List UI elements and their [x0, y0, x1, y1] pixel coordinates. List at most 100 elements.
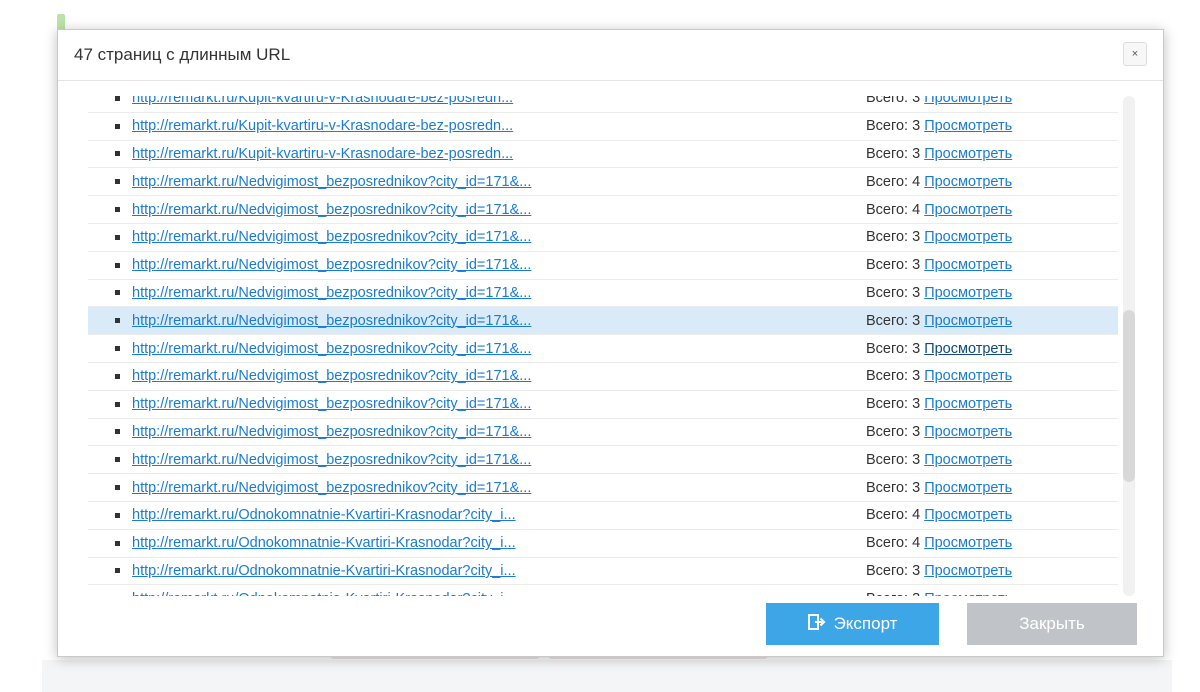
list-item: http://remarkt.ru/Odnokomnatnie-Kvartiri…	[88, 502, 1118, 530]
list-item: http://remarkt.ru/Nedvigimost_bezposredn…	[88, 391, 1118, 419]
url-link[interactable]: http://remarkt.ru/Nedvigimost_bezposredn…	[132, 424, 531, 440]
url-link[interactable]: http://remarkt.ru/Odnokomnatnie-Kvartiri…	[132, 535, 516, 551]
view-link[interactable]: Просмотреть	[924, 313, 1012, 329]
total-count: Всего: 3 Просмотреть	[866, 285, 1012, 301]
scrollbar-thumb[interactable]	[1123, 310, 1135, 482]
total-label: Всего: 3	[866, 591, 920, 596]
url-link[interactable]: http://remarkt.ru/Nedvigimost_bezposredn…	[132, 368, 531, 384]
view-link[interactable]: Просмотреть	[924, 563, 1012, 579]
url-link[interactable]: http://remarkt.ru/Nedvigimost_bezposredn…	[132, 285, 531, 301]
list-item: http://remarkt.ru/Nedvigimost_bezposredn…	[88, 196, 1118, 224]
url-link[interactable]: http://remarkt.ru/Nedvigimost_bezposredn…	[132, 341, 531, 357]
view-link[interactable]: Просмотреть	[924, 96, 1012, 106]
url-link[interactable]: http://remarkt.ru/Kupit-kvartiru-v-Krasn…	[132, 118, 513, 134]
list-item: http://remarkt.ru/Odnokomnatnie-Kvartiri…	[88, 558, 1118, 586]
list-item: http://remarkt.ru/Nedvigimost_bezposredn…	[88, 335, 1118, 363]
close-label: Закрыть	[1019, 614, 1085, 633]
bullet	[115, 151, 120, 157]
modal-header: 47 страниц с длинным URL ×	[58, 30, 1163, 81]
bullet	[115, 290, 120, 296]
list-item: http://remarkt.ru/Nedvigimost_bezposredn…	[88, 252, 1118, 280]
view-link[interactable]: Просмотреть	[924, 535, 1012, 551]
total-count: Всего: 4 Просмотреть	[866, 202, 1012, 218]
long-url-modal: 47 страниц с длинным URL × http://remark…	[57, 29, 1164, 657]
list-item: http://remarkt.ru/Nedvigimost_bezposredn…	[88, 224, 1118, 252]
list-item: http://remarkt.ru/Odnokomnatnie-Kvartiri…	[88, 530, 1118, 558]
total-label: Всего: 3	[866, 145, 921, 162]
total-label: Всего: 3	[866, 284, 921, 301]
view-link[interactable]: Просмотреть	[924, 452, 1012, 468]
url-link[interactable]: http://remarkt.ru/Odnokomnatnie-Kvartiri…	[132, 591, 516, 596]
url-list-viewport[interactable]: http://remarkt.ru/Kupit-kvartiru-v-Krasn…	[88, 96, 1118, 596]
total-count: Всего: 3 Просмотреть	[866, 229, 1012, 245]
background-footer	[42, 660, 1172, 692]
view-link[interactable]: Просмотреть	[924, 202, 1012, 218]
bullet	[115, 373, 120, 379]
url-link[interactable]: http://remarkt.ru/Nedvigimost_bezposredn…	[132, 229, 531, 245]
total-count: Всего: 4 Просмотреть	[866, 507, 1012, 523]
bullet	[115, 568, 120, 574]
total-count: Всего: 3 Просмотреть	[866, 313, 1012, 329]
view-link[interactable]: Просмотреть	[924, 146, 1012, 162]
url-link[interactable]: http://remarkt.ru/Kupit-kvartiru-v-Krasn…	[132, 146, 513, 162]
url-link[interactable]: http://remarkt.ru/Nedvigimost_bezposredn…	[132, 396, 531, 412]
list-item: http://remarkt.ru/Nedvigimost_bezposredn…	[88, 446, 1118, 475]
view-link[interactable]: Просмотреть	[924, 174, 1012, 190]
url-link[interactable]: http://remarkt.ru/Nedvigimost_bezposredn…	[132, 480, 531, 496]
total-count: Всего: 4 Просмотреть	[866, 535, 1012, 551]
view-link[interactable]: Просмотреть	[924, 285, 1012, 301]
total-count: Всего: 3 Просмотреть	[866, 118, 1012, 134]
export-button[interactable]: Экспорт	[766, 603, 939, 645]
view-link[interactable]: Просмотреть	[924, 257, 1012, 273]
view-link[interactable]: Просмотреть	[924, 424, 1012, 440]
bullet	[115, 318, 120, 324]
total-count: Всего: 3 Просмотреть	[866, 96, 1012, 106]
url-link[interactable]: http://remarkt.ru/Odnokomnatnie-Kvartiri…	[132, 563, 516, 579]
url-link[interactable]: http://remarkt.ru/Kupit-kvartiru-v-Krasn…	[132, 96, 513, 106]
view-link[interactable]: Просмотреть	[924, 368, 1012, 384]
total-count: Всего: 3 Просмотреть	[866, 563, 1012, 579]
bullet	[115, 457, 120, 463]
list-item: http://remarkt.ru/Kupit-kvartiru-v-Krasn…	[88, 96, 1118, 113]
view-link[interactable]: Просмотреть	[924, 480, 1012, 496]
total-count: Всего: 3 Просмотреть	[866, 368, 1012, 384]
bullet	[115, 346, 120, 352]
close-button[interactable]: Закрыть	[967, 603, 1137, 645]
view-link[interactable]: Просмотреть	[924, 341, 1012, 357]
view-link[interactable]: Просмотреть	[924, 396, 1012, 412]
total-count: Всего: 3 Просмотреть	[866, 480, 1012, 496]
view-link[interactable]: Просмотреть	[924, 118, 1012, 134]
view-link[interactable]: Просмотреть	[924, 507, 1012, 523]
total-label: Всего: 4	[866, 173, 921, 190]
scrollbar[interactable]	[1123, 96, 1135, 596]
list-item: http://remarkt.ru/Kupit-kvartiru-v-Krasn…	[88, 141, 1118, 169]
bullet	[115, 179, 120, 185]
total-count: Всего: 3 Просмотреть	[866, 257, 1012, 273]
total-label: Всего: 3	[866, 229, 921, 246]
list-item: http://remarkt.ru/Nedvigimost_bezposredn…	[88, 474, 1118, 502]
url-link[interactable]: http://remarkt.ru/Odnokomnatnie-Kvartiri…	[132, 507, 516, 523]
list-item: http://remarkt.ru/Nedvigimost_bezposredn…	[88, 307, 1118, 336]
list-item: http://remarkt.ru/Nedvigimost_bezposredn…	[88, 419, 1118, 447]
list-item: http://remarkt.ru/Nedvigimost_bezposredn…	[88, 363, 1118, 391]
view-link[interactable]: Просмотреть	[924, 591, 1012, 596]
bullet	[115, 262, 120, 268]
total-label: Всего: 3	[866, 312, 921, 329]
url-link[interactable]: http://remarkt.ru/Nedvigimost_bezposredn…	[132, 174, 531, 190]
close-icon[interactable]: ×	[1123, 42, 1147, 66]
bullet	[115, 96, 120, 101]
total-label: Всего: 3	[866, 423, 921, 440]
total-label: Всего: 3	[866, 562, 921, 579]
url-link[interactable]: http://remarkt.ru/Nedvigimost_bezposredn…	[132, 313, 531, 329]
url-link[interactable]: http://remarkt.ru/Nedvigimost_bezposredn…	[132, 202, 531, 218]
bullet	[115, 401, 120, 407]
modal-title: 47 страниц с длинным URL	[74, 45, 291, 64]
view-link[interactable]: Просмотреть	[924, 229, 1012, 245]
total-label: Всего: 3	[866, 118, 921, 135]
bullet	[115, 512, 120, 518]
total-count: Всего: 3 Просмотреть	[866, 341, 1012, 357]
url-link[interactable]: http://remarkt.ru/Nedvigimost_bezposredn…	[132, 257, 531, 273]
total-label: Всего: 4	[866, 507, 921, 524]
export-label: Экспорт	[833, 614, 898, 633]
url-link[interactable]: http://remarkt.ru/Nedvigimost_bezposredn…	[132, 452, 531, 468]
